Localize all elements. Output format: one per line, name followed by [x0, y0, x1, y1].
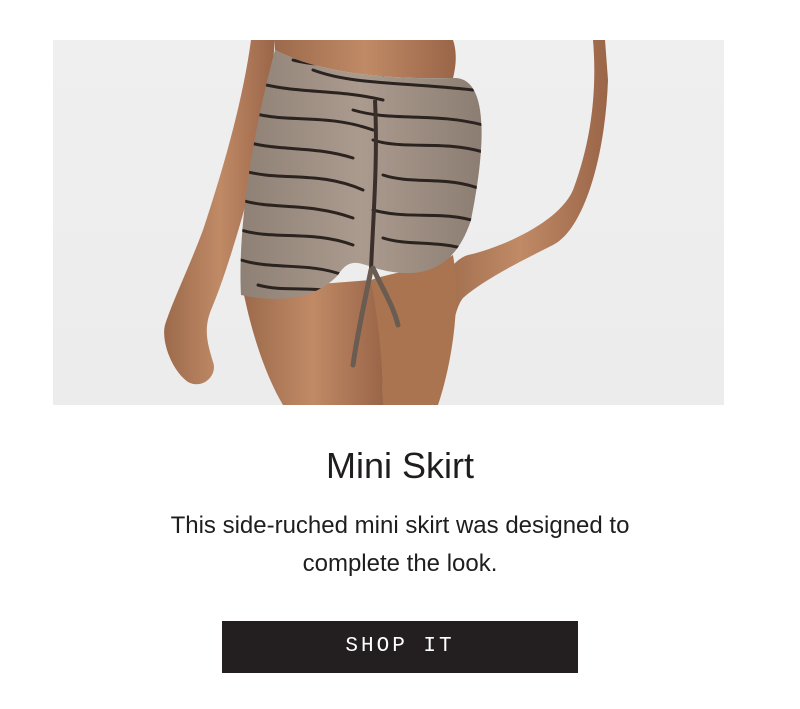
product-title: Mini Skirt	[325, 445, 474, 486]
product-description-line-2: complete the look.	[302, 550, 498, 577]
product-description-line-1: This side-ruched mini skirt was designed…	[170, 512, 630, 539]
skirt-illustration	[164, 40, 608, 405]
product-image[interactable]	[53, 40, 724, 405]
shop-it-button[interactable]: SHOP IT	[222, 621, 578, 673]
product-description: This side-ruched mini skirt was designed…	[0, 507, 800, 583]
